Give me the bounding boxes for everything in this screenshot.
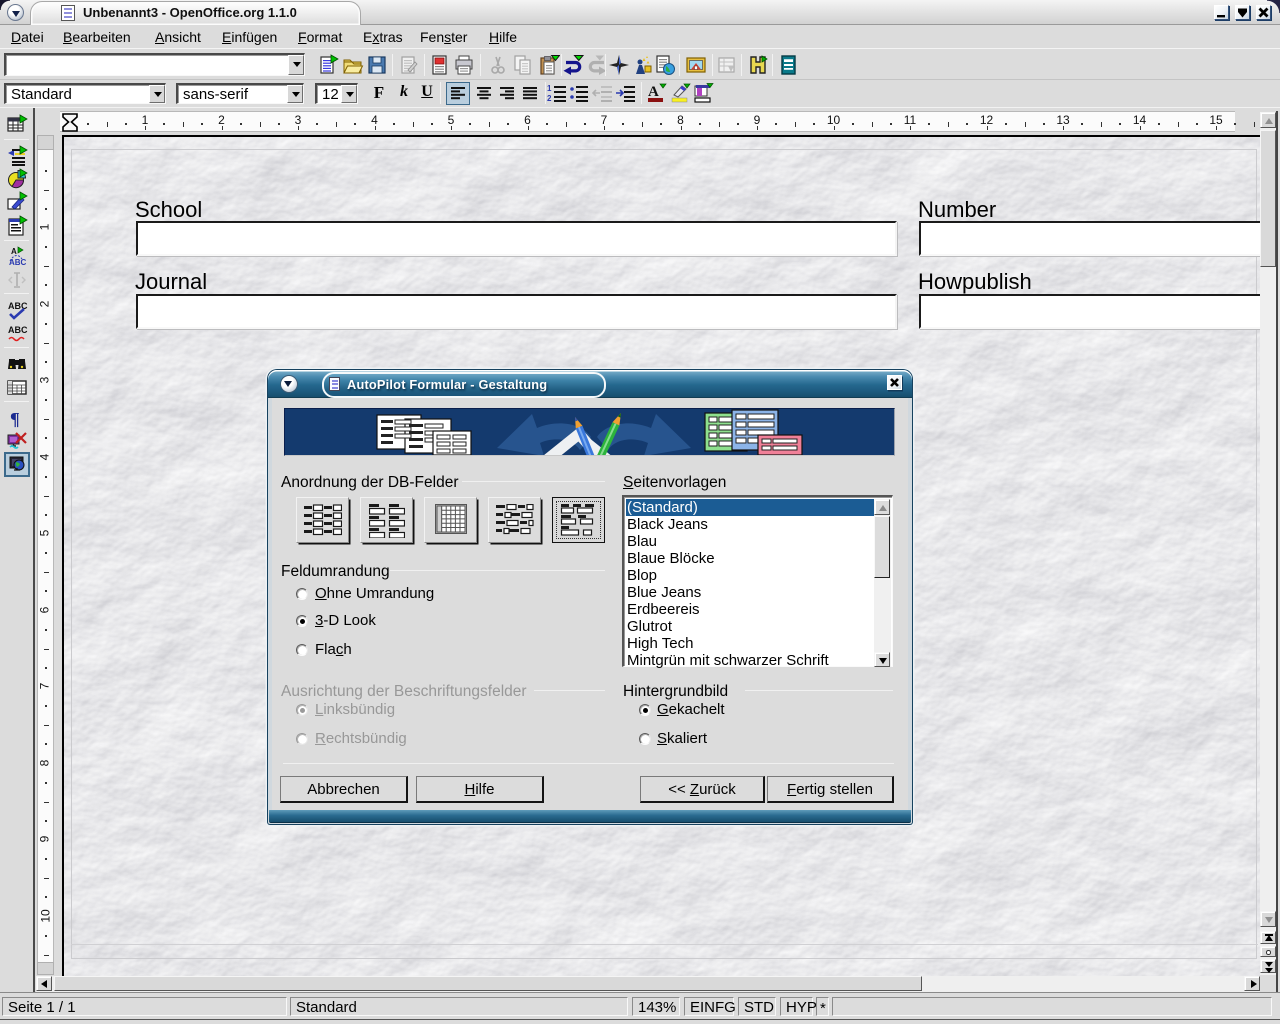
svg-text:1: 1 bbox=[547, 84, 552, 93]
svg-text:A: A bbox=[11, 247, 17, 256]
svg-text:A: A bbox=[648, 84, 659, 100]
svg-text:ABC: ABC bbox=[8, 301, 28, 311]
svg-text:¶: ¶ bbox=[10, 409, 20, 429]
svg-text:ABC: ABC bbox=[9, 258, 27, 267]
svg-text:ABC: ABC bbox=[8, 325, 28, 335]
svg-text:2: 2 bbox=[547, 94, 552, 103]
